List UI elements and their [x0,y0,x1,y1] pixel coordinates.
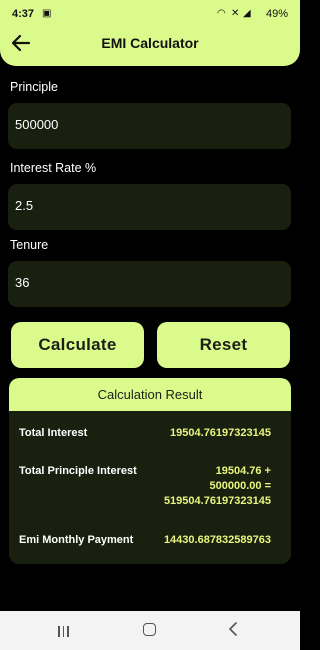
total-interest-value: 19504.76197323145 [170,427,271,439]
signal-icon: ◢ [243,8,251,19]
tenure-label: Tenure [10,238,49,252]
system-nav-bar [0,611,300,650]
total-principle-interest-value: 19504.76 + 500000.00 = 519504.7619732314… [164,464,271,509]
calculate-button[interactable]: Calculate [11,322,144,368]
total-principle-interest-label: Total Principle Interest [19,465,137,477]
photo-notification-icon: ▣ [42,8,52,19]
reset-button[interactable]: Reset [157,322,290,368]
interest-rate-input[interactable]: 2.5 [8,184,291,230]
status-bar: 4:37 ▣ ◠ ✕ ◢ 49% [0,0,300,28]
calculation-result-card: Calculation Result Total Interest 19504.… [9,378,291,564]
total-principle-line-2: 500000.00 = [209,480,271,492]
recents-icon[interactable] [58,624,72,642]
emi-monthly-value: 14430.687832589763 [163,534,271,546]
result-heading: Calculation Result [9,378,291,411]
mute-icon: ✕ [231,8,240,19]
battery-text: 49% [265,8,288,20]
tenure-input[interactable]: 36 [8,261,291,307]
total-interest-label: Total Interest [19,427,88,439]
status-time: 4:37 [12,8,35,20]
total-principle-line-1: 19504.76 + [215,465,271,477]
page-title: EMI Calculator [101,35,199,51]
principle-label: Principle [10,80,58,94]
interest-rate-label: Interest Rate % [10,161,97,175]
emi-monthly-label: Emi Monthly Payment [19,534,134,546]
nav-back-icon[interactable] [227,621,239,637]
app-bar: 4:37 ▣ ◠ ✕ ◢ 49% EMI Calculator [0,0,300,66]
principle-input[interactable]: 500000 [8,103,291,149]
home-icon[interactable] [143,623,156,636]
total-principle-line-3: 519504.76197323145 [163,495,271,507]
wifi-icon: ◠ [217,8,226,19]
emi-calculator-screen: 4:37 ▣ ◠ ✕ ◢ 49% EMI Calculator Principl… [0,0,300,650]
